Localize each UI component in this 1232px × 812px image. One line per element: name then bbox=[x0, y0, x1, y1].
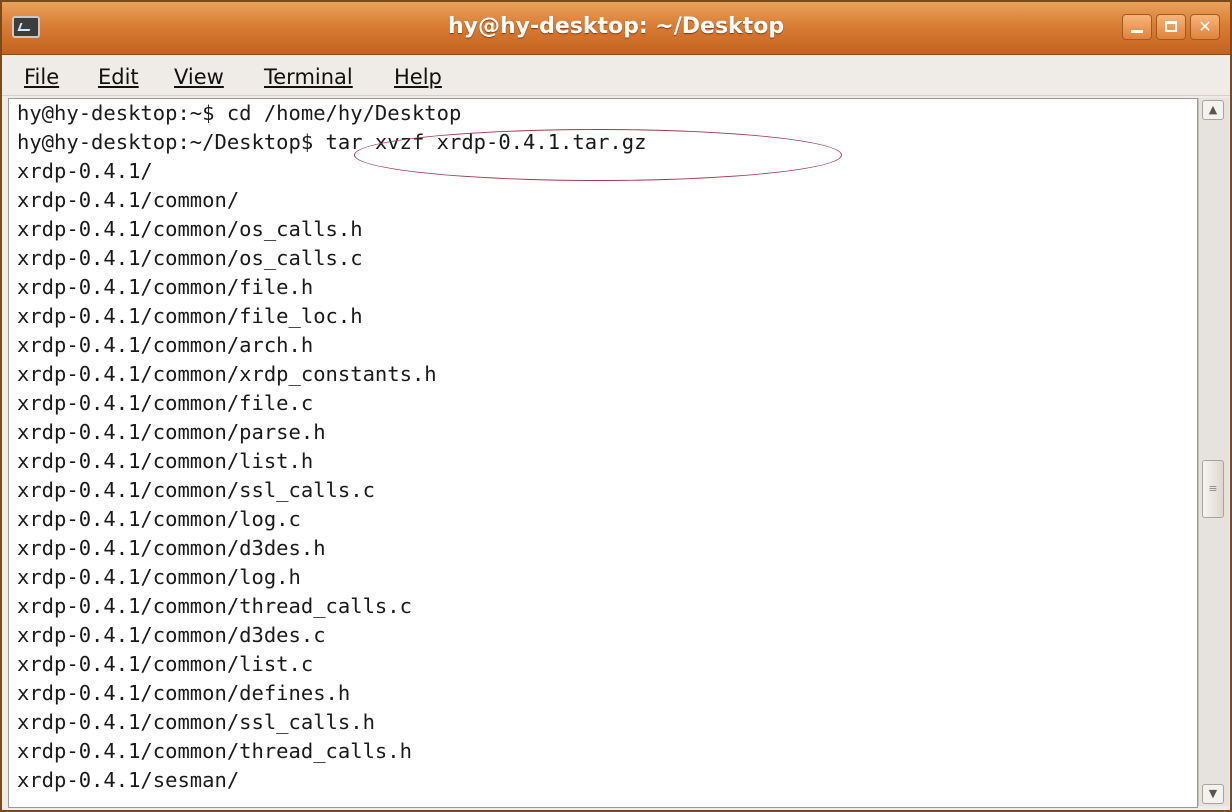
terminal-line: xrdp-0.4.1/common/list.c bbox=[17, 652, 314, 676]
terminal-output[interactable]: hy@hy-desktop:~$ cd /home/hy/Desktop hy@… bbox=[8, 98, 1198, 808]
vertical-scrollbar[interactable]: ▲ ≡ ▼ bbox=[1198, 98, 1229, 806]
maximize-icon bbox=[1165, 21, 1177, 32]
menu-help[interactable]: Help bbox=[394, 65, 442, 89]
terminal-line: xrdp-0.4.1/common/defines.h bbox=[17, 681, 351, 705]
terminal-line: xrdp-0.4.1/common/log.h bbox=[17, 565, 301, 589]
menu-file-label: File bbox=[24, 65, 60, 89]
menu-edit[interactable]: Edit bbox=[98, 65, 139, 89]
title-bar[interactable]: hy@hy-desktop: ~/Desktop ✕ bbox=[2, 2, 1230, 55]
terminal-line: xrdp-0.4.1/common/list.h bbox=[17, 449, 314, 473]
terminal-line: xrdp-0.4.1/common/thread_calls.c bbox=[17, 594, 412, 618]
menu-bar: File Edit View Terminal Help bbox=[2, 55, 1230, 96]
menu-help-label: Help bbox=[394, 65, 442, 89]
terminal-line: xrdp-0.4.1/common/file.h bbox=[17, 275, 314, 299]
terminal-line: xrdp-0.4.1/sesman/ bbox=[17, 768, 240, 792]
terminal-line: hy@hy-desktop:~$ cd /home/hy/Desktop bbox=[17, 101, 462, 125]
terminal-line: xrdp-0.4.1/common/d3des.h bbox=[17, 536, 326, 560]
terminal-line: xrdp-0.4.1/common/file.c bbox=[17, 391, 314, 415]
terminal-line: xrdp-0.4.1/common/os_calls.c bbox=[17, 246, 363, 270]
menu-terminal[interactable]: Terminal bbox=[264, 65, 353, 89]
menu-edit-label: Edit bbox=[98, 65, 139, 89]
close-icon: ✕ bbox=[1198, 17, 1212, 36]
menu-terminal-label: Terminal bbox=[264, 65, 353, 89]
scrollbar-thumb[interactable]: ≡ bbox=[1202, 460, 1224, 518]
grip-icon: ≡ bbox=[1208, 482, 1218, 495]
terminal-line: xrdp-0.4.1/common/ bbox=[17, 188, 240, 212]
menu-view[interactable]: View bbox=[174, 65, 224, 89]
terminal-line: xrdp-0.4.1/common/thread_calls.h bbox=[17, 739, 412, 763]
arrow-up-icon: ▲ bbox=[1208, 103, 1218, 116]
minimize-button[interactable] bbox=[1122, 14, 1152, 40]
terminal-line: xrdp-0.4.1/common/os_calls.h bbox=[17, 217, 363, 241]
window-title: hy@hy-desktop: ~/Desktop bbox=[447, 14, 785, 39]
close-button[interactable]: ✕ bbox=[1190, 14, 1220, 40]
scroll-down-button[interactable]: ▼ bbox=[1202, 784, 1224, 804]
maximize-button[interactable] bbox=[1156, 14, 1186, 40]
menu-file[interactable]: File bbox=[24, 65, 59, 89]
terminal-line: xrdp-0.4.1/ bbox=[17, 159, 153, 183]
terminal-line: xrdp-0.4.1/common/parse.h bbox=[17, 420, 326, 444]
terminal-window: hy@hy-desktop: ~/Desktop ✕ File Edit Vie… bbox=[0, 0, 1232, 812]
terminal-line: xrdp-0.4.1/common/ssl_calls.c bbox=[17, 478, 375, 502]
terminal-line: xrdp-0.4.1/common/log.c bbox=[17, 507, 301, 531]
terminal-line: hy@hy-desktop:~/Desktop$ tar xvzf xrdp-0… bbox=[17, 130, 647, 154]
arrow-down-icon: ▼ bbox=[1208, 787, 1218, 800]
terminal-line: xrdp-0.4.1/common/d3des.c bbox=[17, 623, 326, 647]
scroll-up-button[interactable]: ▲ bbox=[1202, 100, 1224, 120]
terminal-line: xrdp-0.4.1/common/file_loc.h bbox=[17, 304, 363, 328]
terminal-line: xrdp-0.4.1/common/ssl_calls.h bbox=[17, 710, 375, 734]
terminal-line: xrdp-0.4.1/common/arch.h bbox=[17, 333, 314, 357]
minimize-icon bbox=[1131, 30, 1143, 33]
menu-view-label: View bbox=[174, 65, 224, 89]
terminal-line: xrdp-0.4.1/common/xrdp_constants.h bbox=[17, 362, 437, 386]
